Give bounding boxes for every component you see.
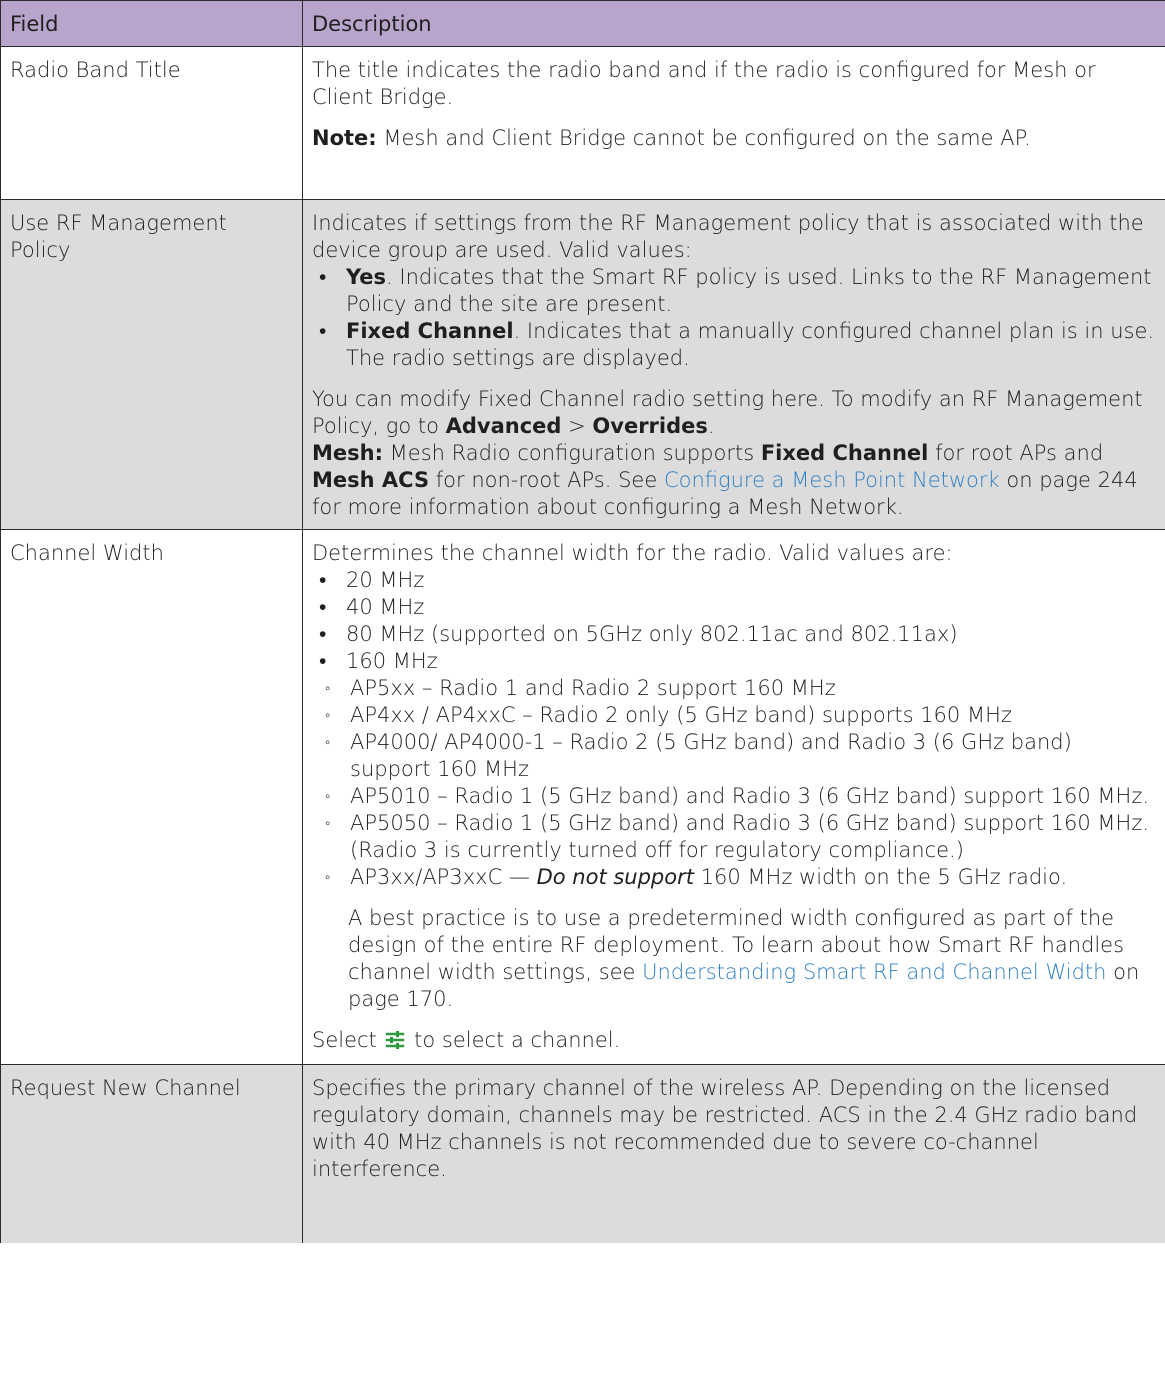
select-prefix: Select [312,1028,384,1052]
sliders-icon[interactable] [385,1029,405,1056]
header-field: Field [0,0,303,47]
list-item: 80 MHz (supported on 5GHz only 802.11ac … [312,621,1155,648]
note-text: Mesh and Client Bridge cannot be configu… [376,126,1031,150]
menu-separator: > [561,414,593,438]
advanced-menu-ref: Advanced [445,414,562,438]
list-item: Fixed Channel. Indicates that a manually… [312,318,1155,372]
note-paragraph: Note: Mesh and Client Bridge cannot be c… [312,125,1155,152]
value-yes-label: Yes [346,265,387,289]
table-row: Channel Width Determines the channel wid… [0,529,1165,1065]
table-row: Use RF Management Policy Indicates if se… [0,199,1165,530]
list-item: 40 MHz [312,594,1155,621]
best-practice-paragraph: A best practice is to use a predetermine… [312,905,1155,1013]
value-fixed-label: Fixed Channel [346,319,514,343]
description-text: Indicates if settings from the RF Manage… [312,211,1144,262]
mesh-text: for root APs and [928,441,1104,465]
mesh-network-link[interactable]: Configure a Mesh Point Network [664,468,1000,492]
select-suffix: to select a channel. [407,1028,621,1052]
description-cell: Indicates if settings from the RF Manage… [302,199,1165,530]
ap3-suffix: 160 MHz width on the 5 GHz radio. [693,865,1068,889]
smart-rf-link[interactable]: Understanding Smart RF and Channel Width [642,960,1106,984]
select-paragraph: Select to select a channel. [312,1027,1155,1056]
ap3-emphasis: Do not support [536,865,694,889]
mesh-text: for non-root APs. See [429,468,664,492]
modify-text: You can modify Fixed Channel radio setti… [312,387,1143,438]
mesh-label: Mesh: [312,441,383,465]
table-row: Request New Channel Specifies the primar… [0,1064,1165,1243]
list-item: AP5050 – Radio 1 (5 GHz band) and Radio … [312,810,1155,864]
list-item: AP5010 – Radio 1 (5 GHz band) and Radio … [312,783,1155,810]
list-item: AP5xx – Radio 1 and Radio 2 support 160 … [312,675,1155,702]
note-label: Note: [312,126,377,150]
description-text: The title indicates the radio band and i… [312,58,1096,109]
valid-values-list: Yes. Indicates that the Smart RF policy … [312,264,1155,372]
description-cell: The title indicates the radio band and i… [302,46,1165,200]
modify-paragraph: You can modify Fixed Channel radio setti… [312,386,1155,440]
list-item: 160 MHz AP5xx – Radio 1 and Radio 2 supp… [312,648,1155,891]
period: . [707,414,715,438]
list-item: AP4xx / AP4xxC – Radio 2 only (5 GHz ban… [312,702,1155,729]
description-cell: Specifies the primary channel of the wir… [302,1064,1165,1243]
mesh-fixed-channel: Fixed Channel [760,441,929,465]
list-item: 20 MHz [312,567,1155,594]
header-description: Description [302,0,1165,47]
field-cell: Channel Width [0,529,303,1065]
header-row: Field Description [0,0,1165,47]
mesh-acs: Mesh ACS [312,468,430,492]
ap3-prefix: AP3xx/AP3xxC — [350,865,537,889]
overrides-menu-ref: Overrides [592,414,708,438]
parameters-table: Field Description Radio Band Title The t… [0,0,1165,1243]
width-values-list: 20 MHz 40 MHz 80 MHz (supported on 5GHz … [312,567,1155,891]
mesh-text: Mesh Radio configuration supports [383,441,761,465]
ap-support-list: AP5xx – Radio 1 and Radio 2 support 160 … [312,675,1155,891]
list-item: AP3xx/AP3xxC — Do not support 160 MHz wi… [312,864,1155,891]
field-cell: Request New Channel [0,1064,303,1243]
list-item: Yes. Indicates that the Smart RF policy … [312,264,1155,318]
description-text: Determines the channel width for the rad… [312,541,953,565]
value-160-label: 160 MHz [346,649,438,673]
table-row: Radio Band Title The title indicates the… [0,46,1165,200]
description-cell: Determines the channel width for the rad… [302,529,1165,1065]
list-item: AP4000/ AP4000-1 – Radio 2 (5 GHz band) … [312,729,1155,783]
mesh-paragraph: Mesh: Mesh Radio configuration supports … [312,440,1155,521]
value-yes-text: . Indicates that the Smart RF policy is … [346,265,1152,316]
field-cell: Use RF Management Policy [0,199,303,530]
field-cell: Radio Band Title [0,46,303,200]
